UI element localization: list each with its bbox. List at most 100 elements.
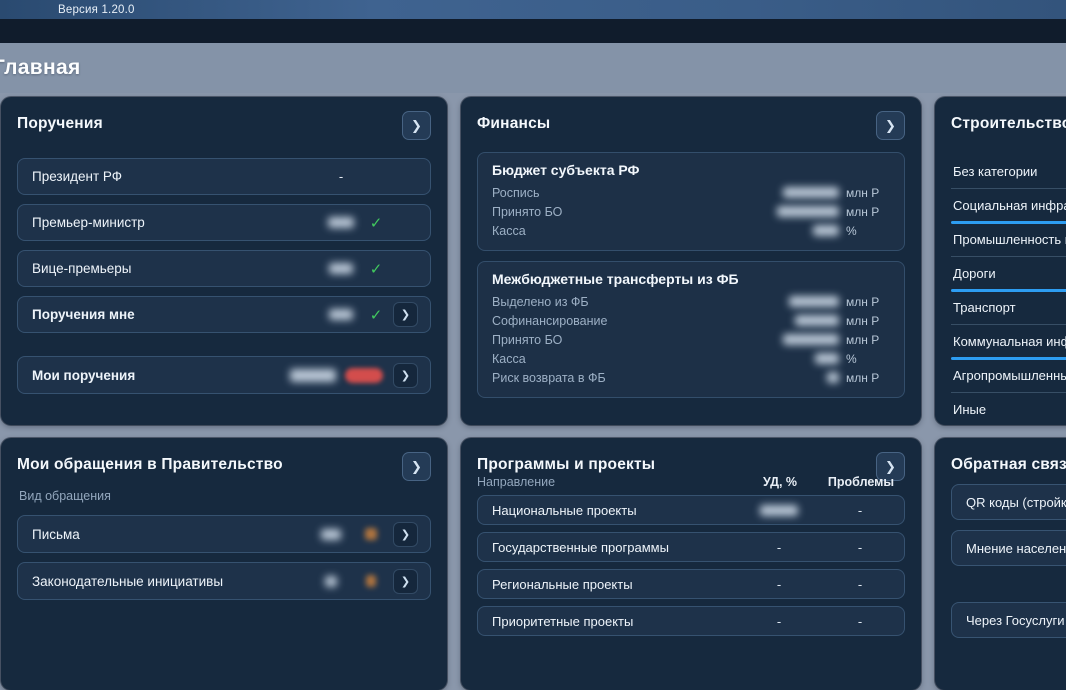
appeals-row-letters[interactable]: Письма ❯ bbox=[17, 515, 431, 553]
metric-unit: млн Р bbox=[846, 205, 890, 219]
chevron-right-icon[interactable]: ❯ bbox=[393, 302, 418, 327]
masked-value bbox=[815, 353, 839, 364]
feedback-button-opinion[interactable]: Мнение населения bbox=[951, 530, 1066, 566]
card-appeals-title: Мои обращения в Правительство bbox=[17, 452, 283, 474]
dashboard-grid: Поручения ❯ Президент РФ - Премьер-минис… bbox=[0, 93, 1066, 690]
construction-item[interactable]: Агропромышленный комплекс bbox=[951, 359, 1066, 393]
row-label: Законодательные инициативы bbox=[32, 574, 223, 589]
row-problems-value: - bbox=[816, 540, 904, 555]
item-label: Промышленность и энергетика bbox=[953, 232, 1066, 247]
item-label: Социальная инфраструктура bbox=[953, 198, 1066, 213]
page-title-band: Главная bbox=[0, 43, 1066, 93]
row-label: Премьер-министр bbox=[32, 215, 145, 230]
metric-unit: млн Р bbox=[846, 314, 890, 328]
check-icon: ✓ bbox=[370, 306, 383, 324]
masked-value bbox=[777, 206, 839, 217]
card-construction-title: Строительство bbox=[951, 111, 1066, 133]
row-label: Национальные проекты bbox=[492, 503, 742, 518]
card-appeals-more-button[interactable]: ❯ bbox=[402, 452, 431, 481]
card-finance-more-button[interactable]: ❯ bbox=[876, 111, 905, 140]
button-label: Через Госуслуги bbox=[966, 613, 1064, 628]
card-feedback: Обратная связь QR коды (стройка) Мнение … bbox=[935, 438, 1066, 690]
card-finance: Финансы ❯ Бюджет субъекта РФ Роспись млн… bbox=[461, 97, 921, 425]
column-header-ud: УД, % bbox=[743, 475, 817, 489]
programs-row-priority[interactable]: Приоритетные проекты - - bbox=[477, 606, 905, 636]
construction-item[interactable]: Без категории bbox=[951, 155, 1066, 189]
row-problems-value: - bbox=[816, 614, 904, 629]
construction-item[interactable]: Коммунальная инфраструктура bbox=[951, 325, 1066, 359]
tasks-row-president[interactable]: Президент РФ - bbox=[17, 158, 431, 195]
item-label: Коммунальная инфраструктура bbox=[953, 334, 1066, 349]
programs-row-national[interactable]: Национальные проекты - bbox=[477, 495, 905, 525]
item-label: Иные bbox=[953, 402, 986, 417]
construction-item[interactable]: Промышленность и энергетика bbox=[951, 223, 1066, 257]
construction-item[interactable]: Иные bbox=[951, 393, 1066, 425]
chevron-right-icon[interactable]: ❯ bbox=[393, 363, 418, 388]
block-title: Бюджет субъекта РФ bbox=[492, 162, 890, 178]
feedback-button-gosuslugi[interactable]: Через Госуслуги bbox=[951, 602, 1066, 638]
item-label: Агропромышленный комплекс bbox=[953, 368, 1066, 383]
metric-unit: млн Р bbox=[846, 295, 890, 309]
metric-label: Принято БО bbox=[492, 205, 769, 219]
programs-row-state[interactable]: Государственные программы - - bbox=[477, 532, 905, 562]
masked-value bbox=[290, 369, 336, 382]
card-finance-title: Финансы bbox=[477, 111, 550, 133]
chevron-right-icon: ❯ bbox=[885, 459, 896, 474]
construction-item[interactable]: Дороги bbox=[951, 257, 1066, 291]
chevron-right-icon[interactable]: ❯ bbox=[393, 522, 418, 547]
row-label: Письма bbox=[32, 527, 80, 542]
masked-problem-count bbox=[365, 528, 377, 540]
row-label: Мои поручения bbox=[32, 368, 135, 383]
tasks-row-assigned-to-me[interactable]: Поручения мне ✓ ❯ bbox=[17, 296, 431, 333]
column-header-problems: Проблемы bbox=[817, 475, 905, 489]
card-tasks: Поручения ❯ Президент РФ - Премьер-минис… bbox=[1, 97, 447, 425]
masked-value bbox=[329, 309, 353, 320]
row-label: Вице-премьеры bbox=[32, 261, 132, 276]
tasks-row-my-tasks[interactable]: Мои поручения ❯ bbox=[17, 356, 431, 394]
top-version-bar: Версия 1.20.0 bbox=[0, 0, 1066, 19]
row-problems-value: - bbox=[816, 503, 904, 518]
card-programs-title: Программы и проекты bbox=[477, 452, 655, 474]
tasks-row-premier[interactable]: Премьер-министр ✓ bbox=[17, 204, 431, 241]
appeals-row-initiatives[interactable]: Законодательные инициативы ❯ bbox=[17, 562, 431, 600]
construction-item[interactable]: Транспорт bbox=[951, 291, 1066, 325]
tasks-row-vice-premiers[interactable]: Вице-премьеры ✓ bbox=[17, 250, 431, 287]
finance-transfers-block[interactable]: Межбюджетные трансферты из ФБ Выделено и… bbox=[477, 261, 905, 398]
chevron-right-icon[interactable]: ❯ bbox=[393, 569, 418, 594]
masked-value bbox=[329, 263, 353, 274]
row-problems-value: - bbox=[816, 577, 904, 592]
page-title: Главная bbox=[0, 56, 81, 80]
masked-problem-count bbox=[366, 575, 376, 587]
card-construction: Строительство Без категории Социальная и… bbox=[935, 97, 1066, 425]
masked-value bbox=[328, 217, 354, 228]
row-label: Приоритетные проекты bbox=[492, 614, 742, 629]
app-version-label: Версия 1.20.0 bbox=[58, 4, 135, 16]
row-label: Государственные программы bbox=[492, 540, 742, 555]
masked-value bbox=[783, 334, 839, 345]
item-label: Транспорт bbox=[953, 300, 1016, 315]
card-programs: Программы и проекты ❯ Направление УД, % … bbox=[461, 438, 921, 690]
card-appeals: Мои обращения в Правительство ❯ Вид обра… bbox=[1, 438, 447, 690]
row-ud-value: - bbox=[742, 540, 816, 555]
row-label: Поручения мне bbox=[32, 307, 135, 322]
item-label: Дороги bbox=[953, 266, 996, 281]
progress-bar bbox=[951, 425, 1066, 426]
metric-label: Принято БО bbox=[492, 333, 769, 347]
card-tasks-more-button[interactable]: ❯ bbox=[402, 111, 431, 140]
metric-unit: % bbox=[846, 352, 890, 366]
metric-label: Риск возврата в ФБ bbox=[492, 371, 769, 385]
metric-label: Касса bbox=[492, 224, 769, 238]
status-badge bbox=[345, 368, 383, 383]
card-tasks-title: Поручения bbox=[17, 111, 103, 133]
row-label: Региональные проекты bbox=[492, 577, 742, 592]
check-icon: ✓ bbox=[370, 214, 383, 232]
programs-row-regional[interactable]: Региональные проекты - - bbox=[477, 569, 905, 599]
feedback-button-qr[interactable]: QR коды (стройка) bbox=[951, 484, 1066, 520]
finance-budget-block[interactable]: Бюджет субъекта РФ Роспись млн Р Принято… bbox=[477, 152, 905, 251]
header-divider-band bbox=[0, 19, 1066, 43]
row-label: Президент РФ bbox=[32, 169, 122, 184]
metric-label: Софинансирование bbox=[492, 314, 769, 328]
construction-item[interactable]: Социальная инфраструктура bbox=[951, 189, 1066, 223]
card-feedback-title: Обратная связь bbox=[951, 452, 1066, 474]
chevron-right-icon: ❯ bbox=[885, 118, 896, 133]
